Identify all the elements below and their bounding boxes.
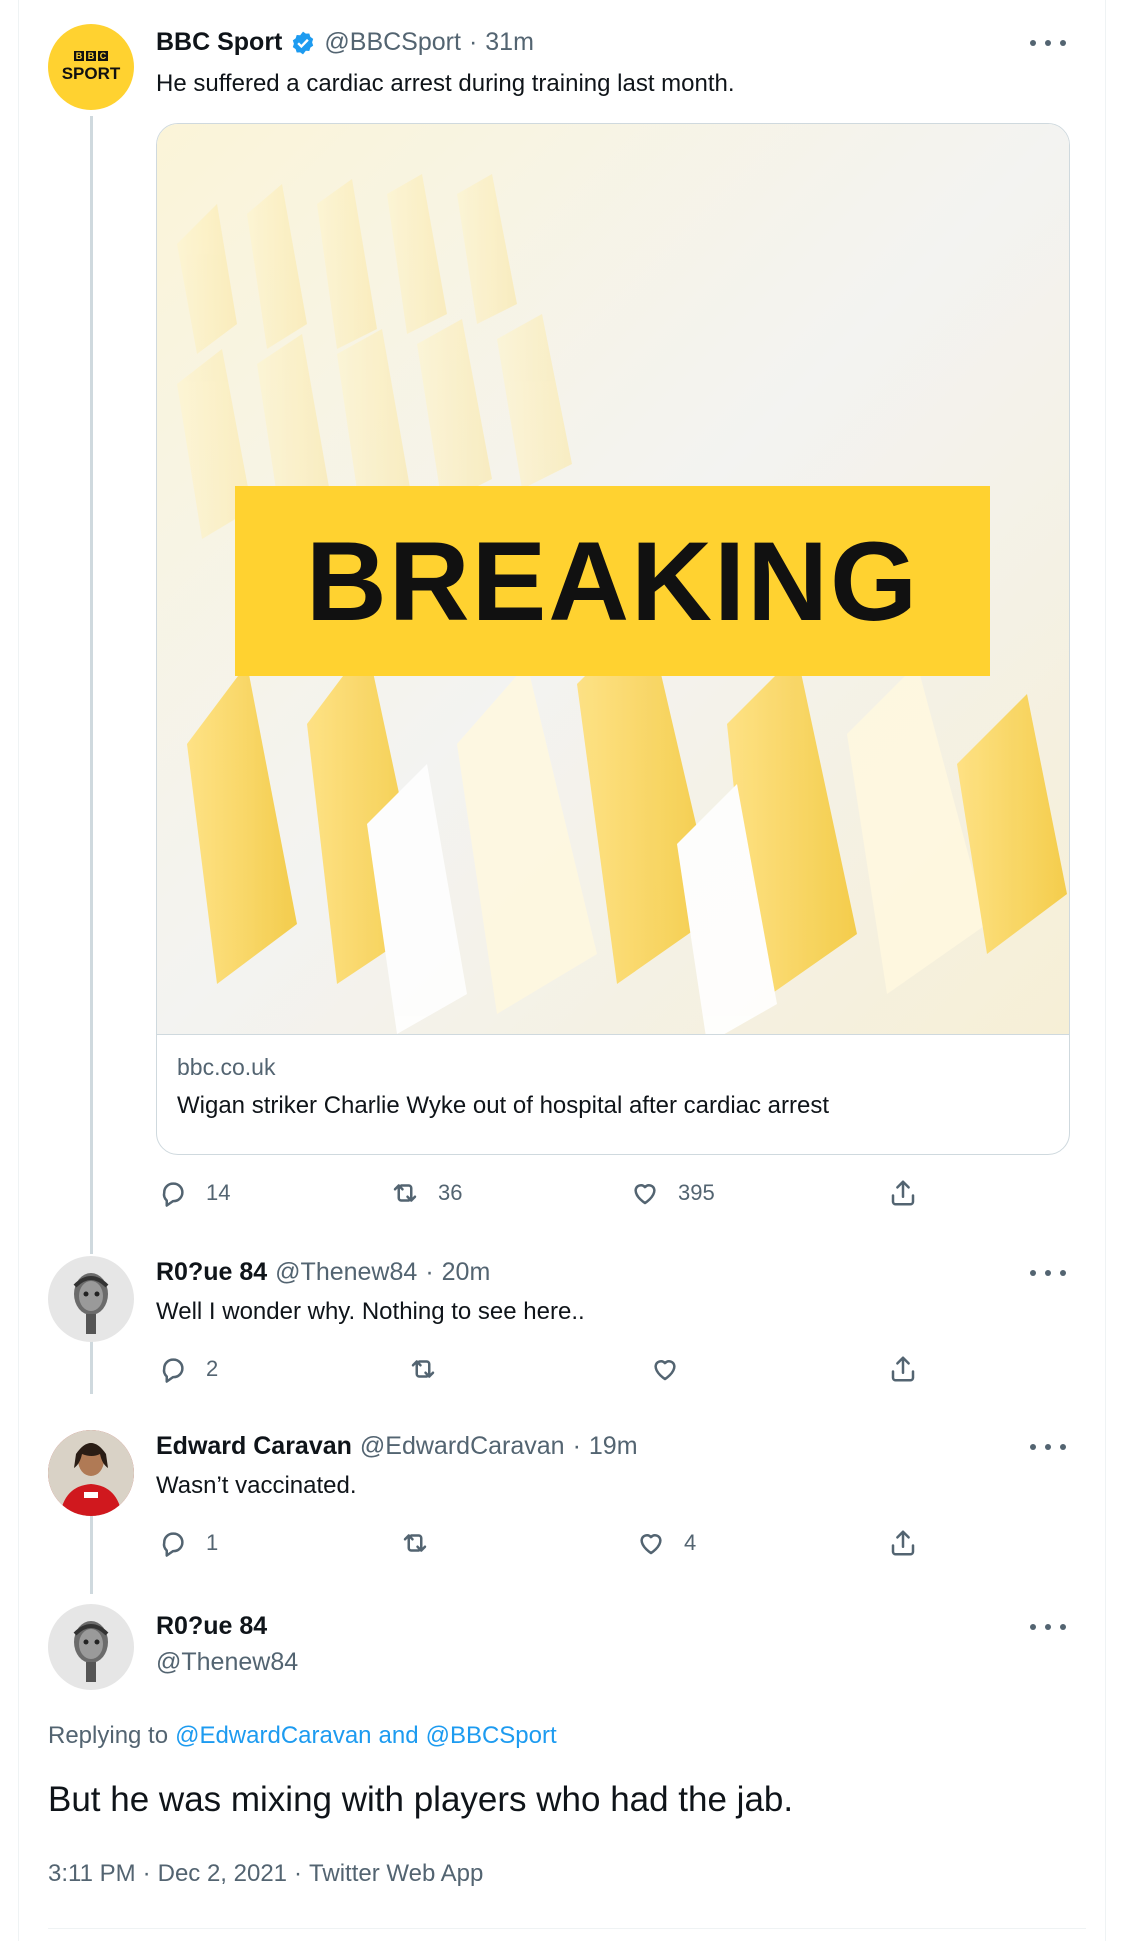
separator-dot: · [468, 28, 478, 56]
tweet-date[interactable]: Dec 2, 2021 [158, 1860, 287, 1888]
author-name[interactable]: BBC Sport [156, 28, 282, 57]
like-button[interactable]: 4 [636, 1528, 696, 1558]
retweet-button[interactable] [400, 1528, 448, 1558]
reply-button[interactable]: 1 [158, 1528, 218, 1558]
avatar-bbc-sport[interactable]: B B C SPORT [48, 24, 134, 110]
tweet-header: R0?ue 84 @Thenew84 · 20m [156, 1258, 490, 1287]
link-card[interactable]: BREAKING bbc.co.uk Wigan striker Charlie… [156, 123, 1070, 1155]
tweet-time[interactable]: 20m [442, 1258, 491, 1287]
verified-badge-icon [293, 31, 314, 54]
card-domain: bbc.co.uk [177, 1054, 276, 1080]
retweet-icon [403, 1534, 427, 1552]
separator-dot: · [572, 1432, 581, 1460]
reply-button[interactable]: 14 [158, 1178, 230, 1208]
avatar-roue84[interactable] [48, 1256, 134, 1342]
author-handle[interactable]: @Thenew84 [275, 1258, 417, 1287]
like-button[interactable]: 395 [630, 1178, 715, 1208]
separator-dot: · [294, 1860, 303, 1887]
tweet-header: BBC Sport @BBCSport · 31m [156, 28, 534, 57]
reply-count: 14 [206, 1180, 231, 1205]
retweet-count: 36 [438, 1180, 463, 1205]
separator-dot: · [142, 1860, 151, 1887]
like-count: 4 [684, 1530, 697, 1555]
thread-line [90, 116, 93, 1254]
tweet-text: Well I wonder why. Nothing to see here.. [156, 1298, 585, 1325]
retweet-button[interactable]: 36 [390, 1178, 462, 1208]
separator-dot: · [425, 1258, 434, 1286]
more-icon[interactable] [1030, 1263, 1066, 1283]
avatar-roue84[interactable] [48, 1604, 134, 1690]
replying-to: Replying to @EdwardCaravan and @BBCSport [48, 1722, 557, 1750]
mention-link[interactable]: @BBCSport [426, 1722, 557, 1750]
more-icon[interactable] [1030, 1617, 1066, 1637]
more-icon[interactable] [1030, 33, 1066, 53]
tweet-time[interactable]: 31m [485, 28, 534, 57]
tweet-text: Wasn’t vaccinated. [156, 1472, 357, 1499]
reply-button[interactable]: 2 [158, 1354, 218, 1384]
breaking-banner: BREAKING [235, 486, 990, 676]
avatar-label: SPORT [61, 63, 121, 83]
avatar-image [48, 1430, 134, 1516]
replying-to-label: Replying to [48, 1722, 169, 1749]
more-icon[interactable] [1030, 1437, 1066, 1457]
tweet-time[interactable]: 19m [589, 1432, 638, 1461]
author-handle[interactable]: @Thenew84 [156, 1648, 298, 1677]
retweet-icon [411, 1360, 435, 1378]
focused-tweet-text: But he was mixing with players who had t… [48, 1780, 794, 1819]
share-button[interactable] [888, 1354, 918, 1384]
reply-icon [162, 1532, 184, 1557]
like-button[interactable] [650, 1354, 698, 1384]
like-count: 395 [678, 1180, 715, 1205]
avatar-image [73, 1273, 109, 1334]
bbc-logo: B B C [74, 50, 108, 61]
reply-count: 1 [206, 1530, 219, 1555]
mention-link[interactable]: @EdwardCaravan [175, 1722, 371, 1750]
tweet-metadata: 3:11 PM · Dec 2, 2021 · Twitter Web App [48, 1860, 483, 1888]
tweet-text: He suffered a cardiac arrest during trai… [156, 70, 735, 97]
share-icon [891, 1356, 915, 1382]
avatar-image [73, 1621, 109, 1682]
tweet-source[interactable]: Twitter Web App [309, 1860, 483, 1888]
divider [48, 1928, 1086, 1929]
card-image: BREAKING [157, 124, 1069, 1035]
thread-line [90, 1504, 93, 1594]
like-icon [654, 1360, 676, 1381]
share-icon [891, 1180, 915, 1206]
author-name[interactable]: R0?ue 84 [156, 1612, 267, 1641]
share-button[interactable] [888, 1528, 918, 1558]
card-title: Wigan striker Charlie Wyke out of hospit… [177, 1092, 830, 1119]
reply-count: 2 [206, 1356, 219, 1381]
reply-icon [162, 1182, 184, 1207]
share-button[interactable] [888, 1178, 918, 1208]
retweet-icon [393, 1184, 417, 1202]
replying-to-and: and [378, 1722, 419, 1749]
reply-icon [162, 1358, 184, 1383]
breaking-banner-text: BREAKING [305, 518, 920, 644]
share-icon [891, 1530, 915, 1556]
tweet-time[interactable]: 3:11 PM [48, 1860, 136, 1888]
author-handle[interactable]: @BBCSport [324, 28, 461, 57]
like-icon [634, 1184, 656, 1205]
like-icon [640, 1534, 662, 1555]
avatar-edward-caravan[interactable] [48, 1430, 134, 1516]
tweet-header: Edward Caravan @EdwardCaravan · 19m [156, 1432, 638, 1461]
author-name[interactable]: R0?ue 84 [156, 1258, 267, 1287]
author-name[interactable]: Edward Caravan [156, 1432, 352, 1461]
author-handle[interactable]: @EdwardCaravan [360, 1432, 565, 1461]
retweet-button[interactable] [408, 1354, 456, 1384]
